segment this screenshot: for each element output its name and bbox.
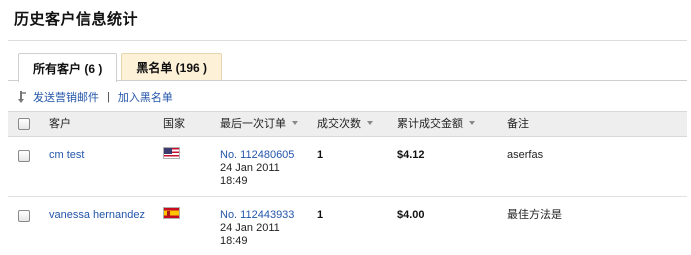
page-title: 历史客户信息统计 [14, 11, 139, 28]
header-total-amount[interactable]: 累计成交金额 [397, 112, 475, 136]
customer-name-link[interactable]: vanessa hernandez [49, 209, 145, 222]
es-flag-icon [163, 207, 180, 219]
header-deal-count[interactable]: 成交次数 [317, 112, 373, 136]
table-row: vanessa hernandez No. 112443933 24 Jan 2… [8, 197, 687, 255]
remark: aserfas [507, 149, 544, 161]
tab-blacklist[interactable]: 黑名单 (196 ) [121, 53, 223, 81]
header-last-order[interactable]: 最后一次订单 [220, 112, 298, 136]
order-time: 18:49 [220, 175, 248, 187]
action-separator: | [107, 91, 110, 103]
order-date: 24 Jan 2011 [220, 222, 280, 234]
send-marketing-email-link[interactable]: 发送营销邮件 [33, 89, 99, 105]
header-last-order-label: 最后一次订单 [220, 118, 286, 130]
action-bar: 发送营销邮件 | 加入黑名单 [18, 89, 173, 105]
header-remark: 备注 [507, 118, 529, 130]
total-amount: $4.00 [397, 209, 425, 221]
row-checkbox[interactable] [18, 150, 30, 162]
add-to-blacklist-link[interactable]: 加入黑名单 [118, 89, 173, 105]
sort-arrow-icon[interactable] [292, 121, 298, 126]
order-date: 24 Jan 2011 [220, 162, 280, 174]
title-divider [8, 40, 687, 41]
select-all-checkbox[interactable] [18, 118, 30, 130]
sort-arrow-icon[interactable] [469, 121, 475, 126]
order-time: 18:49 [220, 235, 248, 247]
deal-count: 1 [317, 209, 324, 221]
table-header: 客户 国家 最后一次订单 成交次数 累计成交金额 备注 [8, 111, 687, 137]
customer-table: 客户 国家 最后一次订单 成交次数 累计成交金额 备注 cm test No. … [8, 111, 687, 255]
table-row: cm test No. 112480605 24 Jan 2011 18:49 … [8, 137, 687, 197]
tab-all-customers[interactable]: 所有客户 (6 ) [18, 53, 118, 82]
order-number-link[interactable]: No. 112480605 [220, 149, 294, 162]
sort-arrow-icon[interactable] [367, 121, 373, 126]
total-amount: $4.12 [397, 149, 425, 161]
order-number-link[interactable]: No. 112443933 [220, 209, 294, 222]
header-total-amount-label: 累计成交金额 [397, 118, 463, 130]
tab-bar: 所有客户 (6 ) 黑名单 (196 ) [18, 53, 226, 82]
customer-name-link[interactable]: cm test [49, 149, 84, 162]
download-arrow-icon [18, 91, 28, 103]
remark: 最佳方法是 [507, 209, 562, 221]
deal-count: 1 [317, 149, 324, 161]
row-checkbox[interactable] [18, 210, 30, 222]
us-flag-icon [163, 147, 180, 159]
header-country[interactable]: 国家 [163, 112, 185, 136]
header-customer[interactable]: 客户 [49, 112, 71, 136]
header-deal-count-label: 成交次数 [317, 118, 361, 130]
